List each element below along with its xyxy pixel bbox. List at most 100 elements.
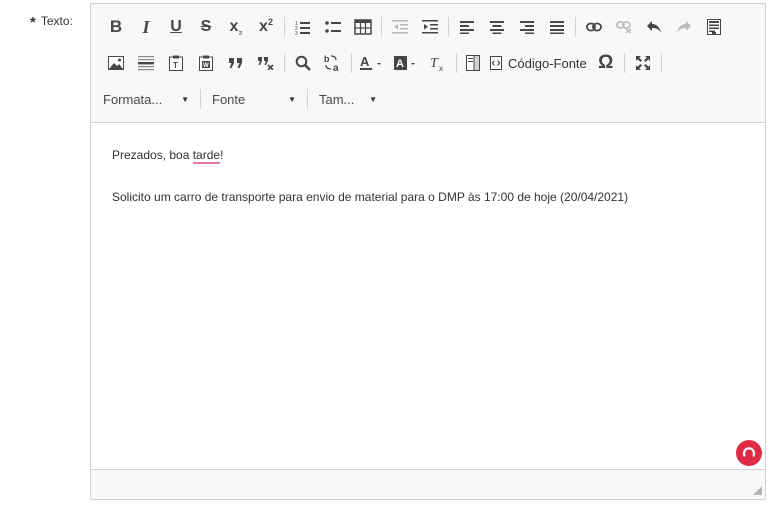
subscript-button[interactable]: x₂ <box>221 14 251 40</box>
svg-text:A: A <box>360 55 370 69</box>
paste-text-button[interactable]: T <box>161 50 191 76</box>
remove-blockquote-button[interactable] <box>251 50 281 76</box>
table-button[interactable] <box>348 14 378 40</box>
underline-button[interactable]: U <box>161 14 191 40</box>
svg-text:x: x <box>439 64 443 71</box>
italic-button[interactable]: I <box>131 14 161 40</box>
toolbar-row-1: B I U S x₂ x2 123 <box>101 13 729 41</box>
justify-button[interactable] <box>542 14 572 40</box>
svg-text:T: T <box>173 61 178 70</box>
link-button[interactable] <box>579 14 609 40</box>
chevron-down-icon: ▼ <box>181 94 189 104</box>
svg-text:T: T <box>430 56 439 71</box>
background-color-button[interactable]: A <box>389 50 423 76</box>
toolbar-separator <box>284 53 285 73</box>
source-code-label: Código-Fonte <box>508 55 587 71</box>
toolbar-separator <box>448 17 449 37</box>
required-asterisk: * <box>30 14 36 31</box>
bulleted-list-button[interactable] <box>318 14 348 40</box>
redo-icon <box>677 21 691 33</box>
align-left-icon <box>460 21 474 34</box>
search-icon <box>295 55 311 71</box>
table-icon <box>354 19 372 35</box>
rich-text-editor: B I U S x₂ x2 123 T W b a A A T x Código… <box>90 3 766 500</box>
horizontal-line-button[interactable] <box>131 50 161 76</box>
format-dropdown[interactable]: Formata... ▼ <box>101 86 197 112</box>
grammarly-icon <box>742 447 756 457</box>
decrease-indent-button[interactable] <box>385 14 415 40</box>
text-color-button[interactable]: A <box>355 50 389 76</box>
toolbar-separator <box>623 53 625 73</box>
quote-icon <box>229 58 242 68</box>
omega-icon: Ω <box>598 52 614 73</box>
size-dropdown-label: Tam... <box>319 91 355 107</box>
increase-indent-button[interactable] <box>415 14 445 40</box>
maximize-icon <box>635 56 650 70</box>
image-icon <box>108 56 124 70</box>
paste-word-button[interactable]: W <box>191 50 221 76</box>
redo-button[interactable] <box>669 14 699 40</box>
align-left-button[interactable] <box>452 14 482 40</box>
paste-text-icon: T <box>169 55 183 71</box>
toolbar-separator <box>351 53 352 73</box>
unlink-button[interactable] <box>609 14 639 40</box>
background-color-icon: A <box>394 56 415 70</box>
editor-toolbar: B I U S x₂ x2 123 T W b a A A T x Código… <box>91 4 765 123</box>
blockquote-button[interactable] <box>221 50 251 76</box>
image-button[interactable] <box>101 50 131 76</box>
align-right-button[interactable] <box>512 14 542 40</box>
remove-format-button[interactable]: Tx <box>423 50 453 76</box>
editor-status-bar <box>91 469 765 499</box>
align-center-icon <box>490 21 504 34</box>
misspelled-word[interactable]: tarde <box>192 148 221 164</box>
toolbar-separator <box>456 53 457 73</box>
font-dropdown[interactable]: Fonte ▼ <box>204 86 304 112</box>
toolbar-separator <box>200 89 201 109</box>
font-dropdown-label: Fonte <box>212 91 246 107</box>
outdent-icon <box>392 20 408 34</box>
special-char-button[interactable]: Ω <box>591 50 621 76</box>
preview-button[interactable] <box>460 50 486 76</box>
svg-text:a: a <box>333 63 339 72</box>
toolbar-separator <box>575 17 576 37</box>
strikethrough-button[interactable]: S <box>191 14 221 40</box>
replace-button[interactable]: ba <box>318 50 348 76</box>
greeting-text: Prezados, boa <box>112 148 193 162</box>
texto-field-label: * Texto: <box>30 12 73 31</box>
paste-from-word-icon: W <box>199 55 213 71</box>
grammarly-button[interactable] <box>736 440 762 466</box>
link-icon <box>586 22 602 32</box>
find-button[interactable] <box>288 50 318 76</box>
body-paragraph: Solicito um carro de transporte para env… <box>112 190 629 204</box>
bulleted-list-icon <box>325 21 341 33</box>
editor-content-area[interactable]: Prezados, boa tarde! Solicito um carro d… <box>91 123 765 471</box>
toolbar-separator <box>284 17 285 37</box>
toolbar-row-2: T W ba A A T x Código-Fonte Ω <box>101 49 665 77</box>
undo-icon <box>647 21 661 33</box>
remove-quote-icon <box>258 57 274 70</box>
toolbar-separator <box>381 17 382 37</box>
templates-button[interactable] <box>699 14 729 40</box>
toolbar-row-3: Formata... ▼ Fonte ▼ Tam... ▼ <box>101 85 385 113</box>
svg-text:b: b <box>324 54 330 64</box>
svg-text:W: W <box>203 63 209 69</box>
align-center-button[interactable] <box>482 14 512 40</box>
numbered-list-icon: 123 <box>295 21 310 35</box>
greeting-punctuation: ! <box>220 148 224 162</box>
numbered-list-button[interactable]: 123 <box>288 14 318 40</box>
justify-icon <box>550 21 564 34</box>
svg-text:A: A <box>396 58 404 70</box>
size-dropdown[interactable]: Tam... ▼ <box>311 86 385 112</box>
resize-handle-icon[interactable] <box>753 486 762 495</box>
bold-button[interactable]: B <box>101 14 131 40</box>
chevron-down-icon: ▼ <box>369 94 377 104</box>
maximize-button[interactable] <box>628 50 658 76</box>
unlink-icon <box>616 21 632 33</box>
source-code-button[interactable]: Código-Fonte <box>486 50 591 76</box>
undo-button[interactable] <box>639 14 669 40</box>
find-replace-icon: ba <box>324 54 339 72</box>
superscript-button[interactable]: x2 <box>251 14 281 40</box>
toolbar-separator <box>307 89 308 109</box>
preview-icon <box>466 55 480 71</box>
text-color-icon: A <box>360 55 381 70</box>
